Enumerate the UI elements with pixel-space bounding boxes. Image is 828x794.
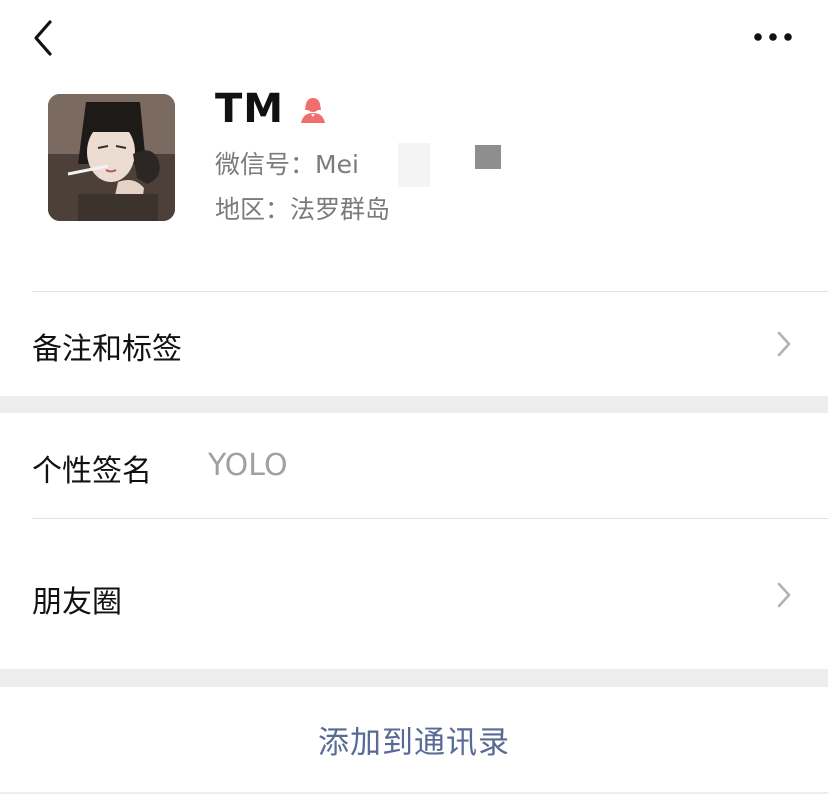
moments-label: 朋友圈	[32, 585, 122, 620]
region-line: 地区：法罗群岛	[215, 190, 390, 226]
redaction-mask	[398, 143, 430, 187]
avatar-image	[48, 94, 175, 221]
chevron-right-icon	[777, 582, 791, 608]
action-section: 添加到通讯录	[0, 687, 828, 792]
add-to-contacts-button[interactable]: 添加到通讯录	[0, 687, 828, 792]
female-person-icon	[298, 94, 328, 124]
profile-header-section: TM 微信号：Mei 地区：法罗群岛 备注和标签	[0, 0, 828, 396]
chevron-left-icon	[34, 20, 52, 56]
details-section: 个性签名 YOLO 朋友圈	[0, 413, 828, 669]
region-value: 法罗群岛	[290, 195, 391, 224]
contact-profile-page: TM 微信号：Mei 地区：法罗群岛 备注和标签 个性签名 YOLO 朋友圈 添…	[0, 0, 828, 794]
signature-value: YOLO	[208, 448, 288, 483]
wechat-id-label: 微信号：	[215, 150, 316, 179]
contact-name: TM	[215, 86, 285, 132]
wechat-id-value: Mei	[315, 150, 359, 179]
region-label: 地区：	[215, 195, 291, 224]
remark-tags-row[interactable]: 备注和标签	[0, 292, 828, 396]
redaction-mosaic	[475, 145, 501, 169]
remark-tags-label: 备注和标签	[32, 332, 182, 367]
back-button[interactable]	[28, 18, 64, 58]
name-row: TM	[215, 82, 328, 136]
chevron-right-icon	[777, 331, 791, 357]
avatar[interactable]	[48, 94, 175, 221]
signature-row: 个性签名 YOLO	[0, 413, 828, 518]
signature-label: 个性签名	[32, 454, 152, 489]
more-dots-icon	[754, 33, 792, 41]
wechat-id-line: 微信号：Mei	[215, 145, 359, 181]
moments-row[interactable]: 朋友圈	[0, 519, 828, 669]
more-options-button[interactable]	[748, 22, 798, 52]
